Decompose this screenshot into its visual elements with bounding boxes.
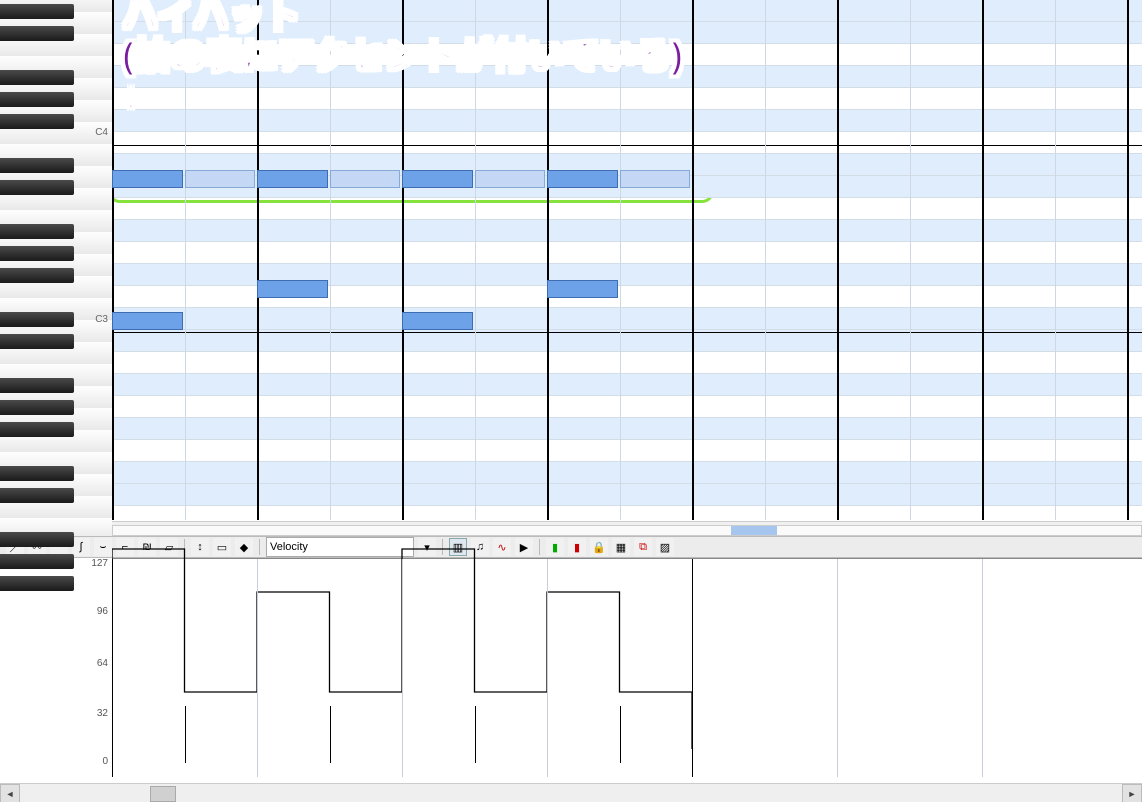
marker-red-icon[interactable]: ▮ [568,538,586,556]
midi-note[interactable] [112,170,183,188]
horizontal-scrollbar[interactable]: ◄ ► [0,783,1142,802]
vel-label-0: 0 [102,756,108,767]
toolbar-separator [539,539,540,555]
piano-roll-editor: C4 C3 [0,0,1142,520]
velocity-bar[interactable] [475,706,476,763]
vel-label-127: 127 [91,558,108,569]
view-bars-icon[interactable]: ▥ [449,538,467,556]
tool-curve-s-icon[interactable]: ∫ [72,538,90,556]
grid-icon[interactable]: ▦ [612,538,630,556]
tool-curve-out-icon[interactable]: ⌣ [94,538,112,556]
velocity-bar[interactable] [620,706,621,763]
view-piano-icon[interactable]: ♫ [471,538,489,556]
scroll-left-icon[interactable]: ◄ [0,784,20,802]
midi-note[interactable] [257,170,328,188]
scroll-thumb[interactable] [150,786,176,802]
note-grid[interactable] [112,0,1142,520]
midi-note[interactable] [475,170,546,188]
velocity-grid[interactable] [112,558,1142,777]
piano-keyboard[interactable]: C4 C3 [0,0,113,520]
overview-scrollbar[interactable] [112,521,1142,537]
view-wave-icon[interactable]: ∿ [493,538,511,556]
midi-note[interactable] [547,280,618,298]
parameter-select[interactable] [266,537,414,557]
velocity-bar[interactable] [330,706,331,763]
level-icon[interactable]: ⧉ [634,538,652,556]
marker-green-icon[interactable]: ▮ [546,538,564,556]
tool-eraser-icon[interactable]: ▱ [160,538,178,556]
toolbar-separator [442,539,443,555]
overview-marker [731,526,777,535]
midi-note[interactable] [257,280,328,298]
key-label-c4: C4 [95,127,108,138]
tool-step-icon[interactable]: ⌐ [116,538,134,556]
overlay-icon[interactable]: ▨ [656,538,674,556]
controller-toolbar: ／ 〰 ⌒ ∫ ⌣ ⌐ ₪ ▱ ↕ ▭ ◆ ▾ ▥ ♫ ∿ ▶ ▮ ▮ 🔒 ▦ … [0,536,1142,558]
overview-track [112,525,1142,536]
midi-note[interactable] [185,170,256,188]
dropdown-arrow-icon[interactable]: ▾ [418,538,436,556]
vel-label-96: 96 [97,606,108,617]
key-label-c3: C3 [95,314,108,325]
tool-select-icon[interactable]: ▭ [213,538,231,556]
midi-note[interactable] [330,170,401,188]
midi-note[interactable] [402,170,473,188]
scroll-right-icon[interactable]: ► [1122,784,1142,802]
midi-note[interactable] [547,170,618,188]
velocity-pane: 127 96 64 32 0 [0,558,1142,776]
vel-label-64: 64 [97,658,108,669]
velocity-bar[interactable] [185,706,186,763]
tool-snap-icon[interactable]: ◆ [235,538,253,556]
midi-note[interactable] [112,312,183,330]
play-icon[interactable]: ▶ [515,538,533,556]
vel-label-32: 32 [97,708,108,719]
tool-random-icon[interactable]: ₪ [138,538,156,556]
midi-note[interactable] [402,312,473,330]
toolbar-separator [184,539,185,555]
toolbar-separator [259,539,260,555]
tool-transpose-icon[interactable]: ↕ [191,538,209,556]
lock-icon[interactable]: 🔒 [590,538,608,556]
midi-note[interactable] [620,170,691,188]
